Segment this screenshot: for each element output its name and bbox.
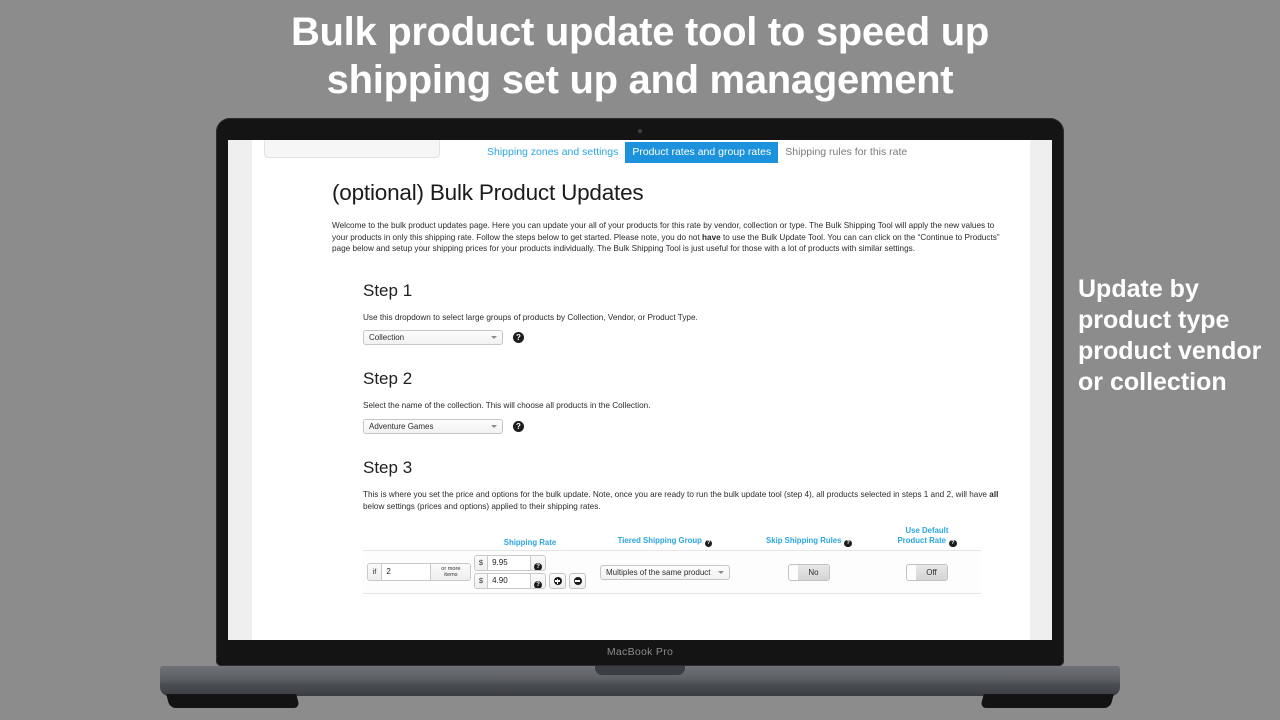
step-2-controls: Adventure Games ? (363, 418, 1010, 434)
collection-name-select-value: Adventure Games (369, 421, 434, 431)
page-left-rail (228, 140, 252, 640)
cell-shipping-rate: $ 9.95 ? $ 4.90 ? (473, 551, 587, 593)
webcam-icon (638, 129, 642, 133)
add-tier-button[interactable] (549, 573, 567, 590)
chevron-down-icon (491, 336, 497, 340)
shipping-rate-primary-input[interactable]: 9.95 (488, 556, 530, 570)
laptop-foot-left (166, 694, 300, 708)
column-header-tiered-shipping-group-label: Tiered Shipping Group (617, 535, 702, 545)
use-default-product-rate-toggle[interactable]: Off (906, 563, 948, 581)
laptop-lid: MacBook Pro Shipping zones and settings … (216, 118, 1064, 666)
tiered-shipping-group-select[interactable]: Multiples of the same product (600, 564, 730, 580)
tab-shipping-rules-for-this-rate[interactable]: Shipping rules for this rate (778, 142, 914, 163)
tab-product-rates-and-group-rates[interactable]: Product rates and group rates (625, 142, 779, 163)
column-header-skip-shipping-rules: Skip Shipping Rules? (745, 536, 873, 551)
collection-type-select[interactable]: Collection (363, 330, 503, 346)
column-header-tier (363, 547, 475, 550)
laptop-foot-right (980, 694, 1114, 708)
table-header-row: Shipping Rate Tiered Shipping Group? Ski… (363, 524, 981, 550)
step-1-description: Use this dropdown to select large groups… (363, 312, 698, 322)
tier-or-more-line-2: items (444, 572, 458, 579)
skip-shipping-rules-toggle[interactable]: No (788, 563, 830, 581)
shipping-rate-secondary-field[interactable]: $ 4.90 ? (473, 573, 547, 590)
step-3-heading: Step 3 (363, 457, 413, 477)
step-3-description-emphasis: all (989, 489, 999, 499)
collection-type-select-value: Collection (369, 333, 405, 343)
step-3-section: Step 3 This is where you set the price a… (332, 457, 1013, 595)
app-page: Shipping zones and settings Product rate… (228, 140, 1052, 640)
cell-skip-shipping-rules: No (745, 551, 873, 593)
tier-quantity-input[interactable]: 2 (382, 564, 431, 581)
step-2-description: Select the name of the collection. This … (363, 401, 651, 411)
remove-tier-button[interactable] (569, 573, 587, 590)
tier-or-more-line-1: or more (441, 565, 461, 572)
cell-use-default-product-rate: Off (873, 551, 981, 593)
minus-icon (573, 577, 582, 586)
skip-shipping-rules-help-icon[interactable]: ? (844, 539, 852, 548)
chevron-down-icon (718, 570, 724, 574)
tiered-shipping-group-select-value: Multiples of the same product (606, 567, 711, 577)
laptop-base-notch (595, 666, 685, 675)
shipping-rate-primary-field[interactable]: $ 9.95 ? (473, 555, 547, 572)
step-3-description-before: This is where you set the price and opti… (363, 489, 990, 499)
step-1-help-icon[interactable]: ? (513, 332, 524, 344)
column-header-use-default-line-1: Use Default (905, 526, 949, 536)
step-1-controls: Collection ? (363, 330, 1010, 346)
shipping-rate-secondary-input[interactable]: 4.90 (488, 574, 530, 588)
page-right-rail (1030, 140, 1052, 640)
bulk-settings-table: Shipping Rate Tiered Shipping Group? Ski… (363, 524, 981, 595)
shipping-rate-line-secondary: $ 4.90 ? (473, 573, 587, 590)
page-title: (optional) Bulk Product Updates (332, 180, 644, 205)
shipping-rate-stack: $ 9.95 ? $ 4.90 ? (473, 555, 587, 590)
skip-shipping-rules-toggle-value: No (798, 564, 829, 580)
column-header-shipping-rate: Shipping Rate (475, 538, 585, 551)
currency-symbol: $ (474, 574, 489, 589)
step-2-section: Step 2 Select the name of the collection… (332, 369, 1010, 434)
page-canvas: Shipping zones and settings Product rate… (252, 140, 1030, 640)
shipping-rate-primary-help[interactable]: ? (530, 556, 546, 571)
step-2-heading: Step 2 (363, 369, 413, 389)
help-icon: ? (534, 563, 543, 571)
help-icon: ? (534, 581, 543, 589)
column-header-use-default-product-rate: Use Default Product Rate? (873, 526, 981, 550)
column-header-use-default-line-2: Product Rate (897, 535, 947, 545)
use-default-product-rate-help-icon[interactable]: ? (949, 539, 957, 548)
column-header-tiered-shipping-group: Tiered Shipping Group? (585, 536, 745, 551)
shipping-rate-secondary-help[interactable]: ? (530, 574, 546, 589)
laptop-base (160, 666, 1120, 696)
table-row: if 2 or more items $ 9.95 ? $ 4.90 ? Mul… (363, 550, 981, 595)
tab-bar: Shipping zones and settings Product rate… (480, 142, 914, 163)
step-2-help-icon[interactable]: ? (513, 420, 524, 432)
laptop-mockup: MacBook Pro Shipping zones and settings … (0, 0, 1280, 720)
chevron-down-icon (491, 424, 497, 428)
page-content: (optional) Bulk Product Updates Welcome … (332, 180, 1013, 595)
page-intro-emphasis: have (702, 232, 721, 242)
cell-tier-threshold: if 2 or more items (363, 551, 475, 593)
step-3-description: This is where you set the price and opti… (363, 489, 1013, 512)
step-3-description-after: below settings (prices and options) appl… (363, 501, 601, 511)
step-1-section: Step 1 Use this dropdown to select large… (332, 281, 1010, 346)
top-panel-placeholder (264, 140, 440, 158)
step-1-heading: Step 1 (363, 280, 413, 300)
device-label: MacBook Pro (606, 646, 674, 658)
collection-name-select[interactable]: Adventure Games (363, 418, 503, 434)
tier-or-more-items-label: or more items (430, 564, 471, 581)
laptop-screen: Shipping zones and settings Product rate… (228, 140, 1052, 640)
currency-symbol: $ (474, 556, 489, 571)
use-default-product-rate-toggle-value: Off (916, 564, 947, 580)
column-header-shipping-rate-label: Shipping Rate (503, 537, 557, 547)
tab-shipping-zones-and-settings[interactable]: Shipping zones and settings (480, 142, 625, 163)
tier-if-label: if (367, 564, 383, 581)
tier-threshold-group: if 2 or more items (366, 563, 472, 582)
cell-tiered-shipping-group: Multiples of the same product (585, 551, 745, 593)
tiered-shipping-group-help-icon[interactable]: ? (704, 539, 713, 548)
shipping-rate-line-primary: $ 9.95 ? (473, 555, 586, 572)
plus-icon (553, 577, 562, 586)
column-header-skip-shipping-rules-label: Skip Shipping Rules (766, 535, 842, 545)
page-intro-paragraph: Welcome to the bulk product updates page… (332, 220, 1009, 255)
